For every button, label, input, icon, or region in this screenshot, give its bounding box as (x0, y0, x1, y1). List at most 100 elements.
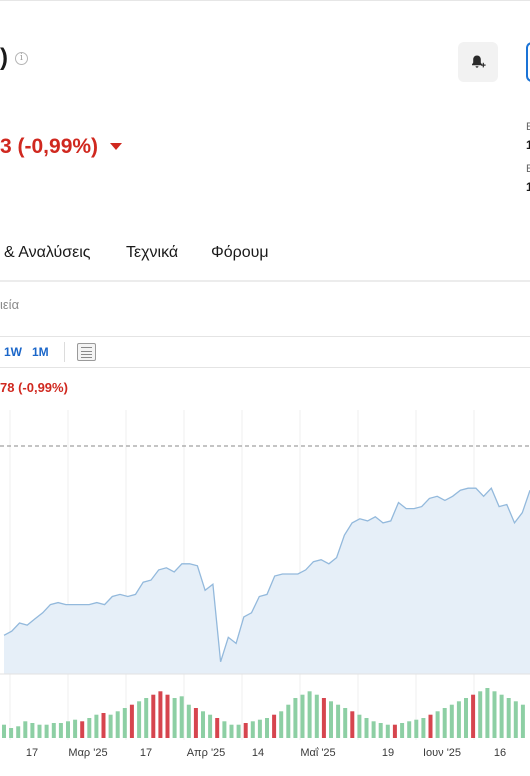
volume-bar (378, 723, 383, 738)
x-axis-labels: 17 Μαρ '25 17 Απρ '25 14 Μαΐ '25 19 Ιουν '25 16 (26, 747, 506, 759)
volume-bar (115, 711, 120, 738)
table-icon[interactable] (77, 343, 96, 361)
volume-bar (272, 714, 277, 738)
top-rule (0, 0, 530, 1)
volume-bar (122, 708, 127, 738)
side-stat-label: E (526, 163, 530, 175)
subheader-divider (0, 336, 530, 337)
volume-bar (30, 723, 35, 738)
volume-bar (421, 718, 426, 738)
volume-bar (300, 694, 305, 738)
tab-forum[interactable]: Φόρουμ (211, 244, 269, 262)
volume-bar (407, 721, 412, 738)
x-tick-label: Μαΐ '25 (300, 747, 335, 759)
volume-bar (44, 724, 49, 738)
x-tick-label: 17 (26, 747, 38, 759)
price-chart[interactable]: 17 Μαρ '25 17 Απρ '25 14 Μαΐ '25 19 Ιουν '25 16 (0, 400, 530, 776)
volume-bar (201, 711, 205, 738)
volume-bar (435, 711, 440, 738)
volume-bar (520, 704, 525, 738)
volume-bar (279, 711, 284, 738)
volume-bar (478, 691, 483, 738)
volume-bar (506, 698, 511, 738)
chart-price-change: 78 (-0,99%) (0, 380, 68, 395)
volume-bar (73, 719, 78, 738)
volume-bar (400, 723, 405, 738)
subheader-text: ιεία (0, 297, 20, 312)
volume-bar (158, 691, 163, 738)
volume-bar (293, 698, 298, 738)
volume-bar (94, 714, 99, 738)
volume-bar (442, 708, 447, 738)
volume-bar (101, 713, 106, 738)
volume-bar (16, 726, 21, 738)
volume-bar (456, 701, 461, 738)
volume-bar (193, 708, 198, 738)
volume-bar (364, 718, 369, 738)
volume-bar (243, 723, 248, 738)
price-area (4, 488, 530, 674)
volume-bar (428, 714, 433, 738)
volume-bar (314, 694, 319, 738)
x-tick-label: 17 (140, 747, 152, 759)
range-1m-button[interactable]: 1M (32, 345, 49, 359)
volume-bar (165, 694, 170, 738)
volume-bar (464, 698, 468, 738)
volume-bar (414, 719, 419, 738)
volume-bar (58, 723, 63, 738)
follow-button[interactable] (526, 42, 530, 82)
x-tick-label: 16 (494, 747, 506, 759)
volume-bar (250, 721, 255, 738)
volume-bar (471, 694, 476, 738)
volume-bar (151, 694, 156, 738)
x-tick-label: 14 (252, 747, 264, 759)
volume-bar (37, 724, 42, 738)
volume-bar (129, 704, 134, 738)
bell-plus-icon (472, 55, 486, 68)
tab-technical[interactable]: Τεχνικά (126, 244, 178, 262)
volume-bar (449, 704, 454, 738)
volume-bar (137, 701, 142, 738)
range-1w-button[interactable]: 1W (4, 345, 22, 359)
volume-bar (286, 704, 291, 738)
volume-bar (2, 724, 6, 738)
down-caret-icon (110, 143, 122, 150)
volume-bar (385, 724, 390, 738)
tabs-divider (0, 280, 530, 282)
volume-bar (186, 704, 191, 738)
price-change: 3 (-0,99%) (0, 135, 99, 158)
volume-bar (321, 698, 326, 738)
tab-news-analysis[interactable]: & Αναλύσεις (4, 244, 91, 262)
side-stat-label: E (526, 121, 530, 133)
volume-bar (499, 694, 504, 738)
volume-bar (108, 714, 113, 738)
volume-bar (336, 704, 341, 738)
volume-bar (144, 698, 149, 738)
volume-bar (343, 708, 348, 738)
volume-bar (66, 721, 70, 738)
x-tick-label: Μαρ '25 (68, 747, 107, 759)
volume-bar (87, 718, 92, 738)
volume-bar (80, 721, 85, 738)
volume-bar (371, 721, 376, 738)
volume-bar (485, 688, 490, 738)
volume-bar (392, 724, 397, 738)
volume-bar (215, 718, 220, 738)
volume-bar (492, 691, 497, 738)
toolbar-divider (0, 367, 530, 368)
info-icon[interactable]: i (15, 52, 28, 65)
volume-bar (229, 724, 234, 738)
side-stat-value: 1 (526, 138, 530, 152)
volume-bar (208, 714, 213, 738)
volume-bar (350, 711, 355, 738)
x-tick-label: 19 (382, 747, 394, 759)
create-alert-button[interactable] (458, 42, 498, 82)
toolbar-separator (64, 342, 65, 362)
volume-bar (51, 723, 56, 738)
volume-bar (236, 724, 241, 738)
volume-bars (2, 688, 525, 738)
volume-bar (257, 719, 262, 738)
volume-bar (222, 721, 227, 738)
volume-bar (265, 718, 269, 738)
x-tick-label: Απρ '25 (187, 747, 226, 759)
